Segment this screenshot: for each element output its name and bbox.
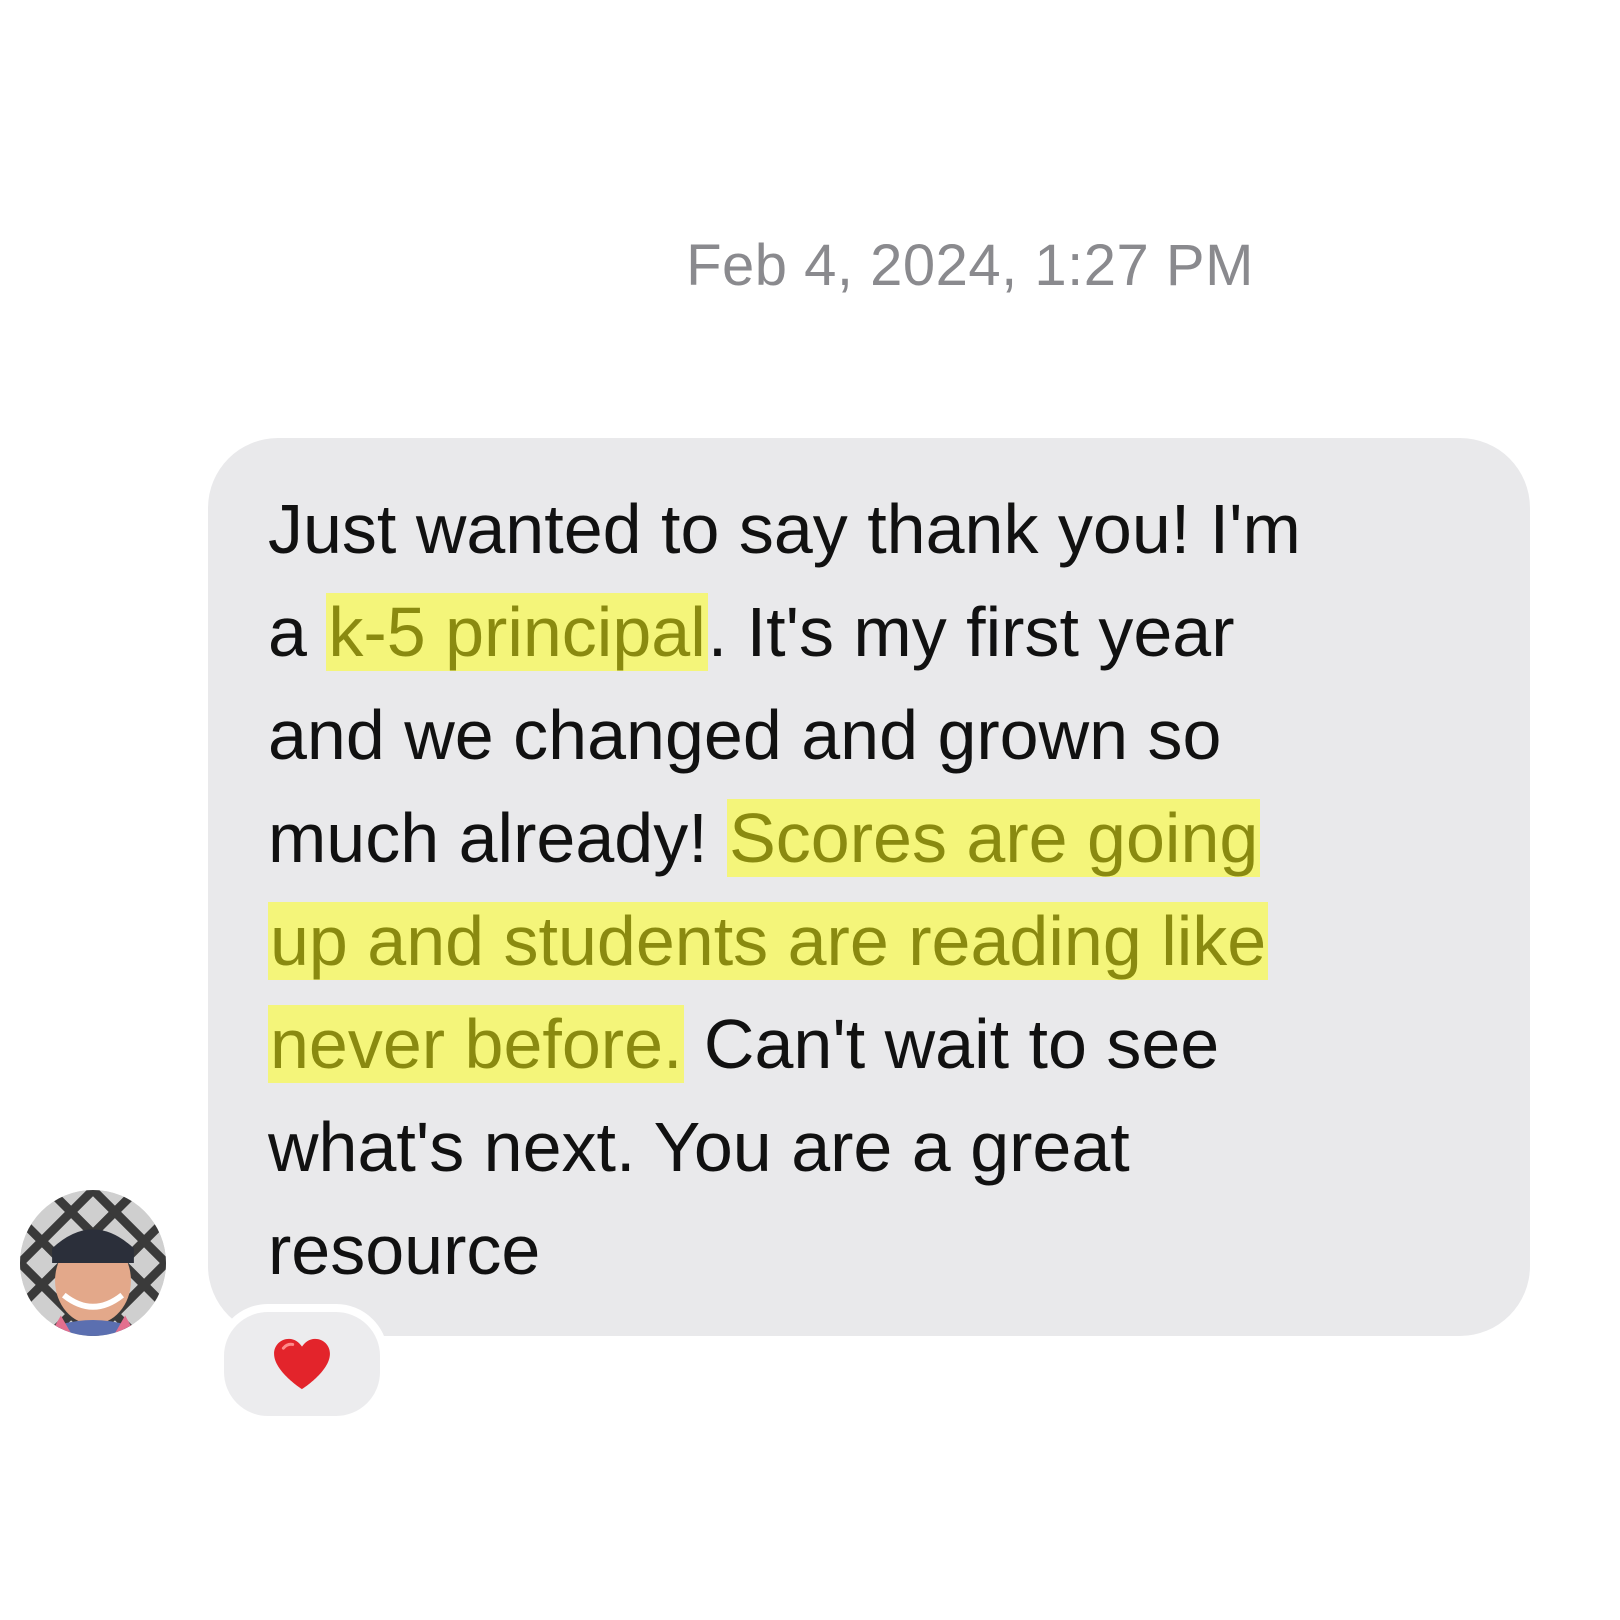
message-line: a k-5 principal. It's my first year <box>268 581 1510 684</box>
message-line-text: what's next. You are a great <box>268 1108 1130 1186</box>
message-timestamp: Feb 4, 2024, 1:27 PM <box>686 233 1254 298</box>
message-text: Just wanted to say thank you! I'm a k-5 … <box>268 478 1510 1302</box>
message-line: and we changed and grown so <box>268 684 1510 787</box>
highlighted-text: never before. <box>268 1005 685 1083</box>
message-line-text: much already! <box>268 799 728 877</box>
message-line-text: . It's my first year <box>707 593 1235 671</box>
heart-icon <box>274 1338 330 1390</box>
message-line: resource <box>268 1199 1510 1302</box>
message-line: Just wanted to say thank you! I'm <box>268 478 1510 581</box>
message-line: never before. Can't wait to see <box>268 993 1510 1096</box>
reaction-badge[interactable] <box>216 1304 388 1424</box>
message-line-text: Can't wait to see <box>684 1005 1220 1083</box>
highlighted-text: k-5 principal <box>326 593 708 671</box>
message-line: much already! Scores are going <box>268 787 1510 890</box>
message-line-text: Just wanted to say thank you! I'm <box>268 490 1301 568</box>
highlighted-text: up and students are reading like <box>268 902 1269 980</box>
message-bubble[interactable]: Just wanted to say thank you! I'm a k-5 … <box>208 438 1530 1336</box>
message-line-text: resource <box>268 1211 541 1289</box>
sender-avatar[interactable] <box>20 1190 166 1336</box>
message-line: up and students are reading like <box>268 890 1510 993</box>
message-line-text: a <box>268 593 327 671</box>
message-line-text: and we changed and grown so <box>268 696 1222 774</box>
message-line: what's next. You are a great <box>268 1096 1510 1199</box>
avatar-photo-icon <box>20 1190 166 1336</box>
highlighted-text: Scores are going <box>727 799 1261 877</box>
